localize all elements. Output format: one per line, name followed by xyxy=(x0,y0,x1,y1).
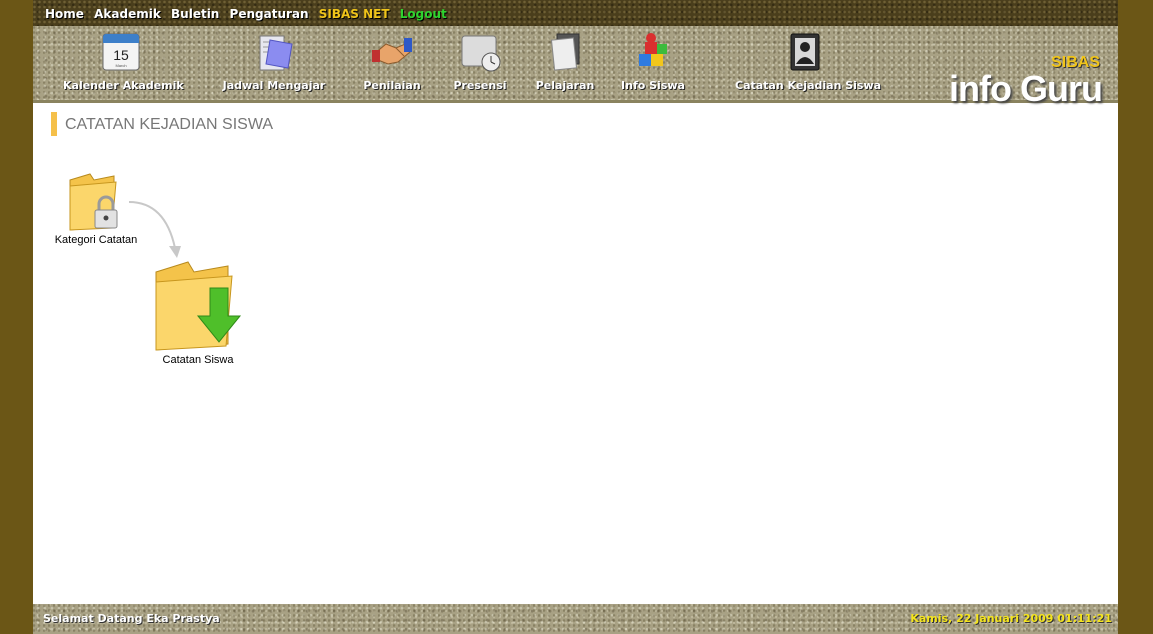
datetime-text: Kamis, 22 Januari 2009 01:11:21 xyxy=(910,612,1112,625)
papers-icon xyxy=(550,33,580,71)
info-guru-logo: SIBAS info Guru xyxy=(938,54,1108,109)
flow-arrow-icon xyxy=(128,201,181,258)
menu-pengaturan[interactable]: Pengaturan xyxy=(230,7,309,21)
top-menu-bar: Home Akademik Buletin Pengaturan SIBAS N… xyxy=(33,0,1118,26)
toolbar-item-presensi[interactable]: Presensi xyxy=(447,26,513,98)
notebook-icon xyxy=(259,35,293,71)
toolbar-item-kalender-akademik[interactable]: 15 March Kalender Akademik xyxy=(63,26,184,98)
locked-folder-icon xyxy=(69,173,118,231)
page-title: CATATAN KEJADIAN SISWA xyxy=(51,112,273,136)
toolbar-item-jadwal-mengajar[interactable]: Jadwal Mengajar xyxy=(219,26,329,98)
blocks-icon xyxy=(639,33,667,66)
app-frame: Home Akademik Buletin Pengaturan SIBAS N… xyxy=(33,0,1118,634)
catatan-siswa-label: Catatan Siswa xyxy=(162,354,234,366)
toolbar-label: Presensi xyxy=(453,79,507,92)
svg-text:15: 15 xyxy=(113,47,129,63)
toolbar-item-penilaian[interactable]: Penilaian xyxy=(359,26,425,98)
calendar-icon: 15 March xyxy=(102,33,140,71)
toolbar-label: Kalender Akademik xyxy=(63,79,184,92)
menu-logout[interactable]: Logout xyxy=(400,7,447,21)
icon-toolbar: 15 March Kalender Akademik Jadwal Mengaj… xyxy=(33,26,1118,109)
toolbar-item-pelajaran[interactable]: Pelajaran xyxy=(531,26,599,98)
toolbar-label: Catatan Kejadian Siswa xyxy=(735,79,882,92)
logo-main-text: info Guru xyxy=(949,68,1103,109)
toolbar-label: Penilaian xyxy=(363,79,421,92)
person-card-icon xyxy=(790,33,820,71)
footer-bar: Selamat Datang Eka Prastya Kamis, 22 Jan… xyxy=(33,604,1118,634)
menu-home[interactable]: Home xyxy=(45,7,84,21)
catatan-siswa-item[interactable]: Catatan Siswa xyxy=(145,258,251,366)
clock-card-icon xyxy=(461,35,501,72)
download-folder-icon xyxy=(155,261,242,351)
toolbar-label: Pelajaran xyxy=(535,79,595,92)
svg-text:March: March xyxy=(115,63,126,68)
menu-akademik[interactable]: Akademik xyxy=(94,7,161,21)
toolbar-item-catatan-kejadian-siswa[interactable]: Catatan Kejadian Siswa xyxy=(735,26,882,98)
top-menu: Home Akademik Buletin Pengaturan SIBAS N… xyxy=(45,7,453,21)
menu-sibas-net[interactable]: SIBAS NET xyxy=(319,7,390,21)
welcome-text: Selamat Datang Eka Prastya xyxy=(43,612,220,625)
menu-buletin[interactable]: Buletin xyxy=(171,7,219,21)
toolbar-label: Info Siswa xyxy=(621,79,685,92)
toolbar-label: Jadwal Mengajar xyxy=(222,79,326,92)
toolbar-item-info-siswa[interactable]: Info Siswa xyxy=(617,26,689,98)
handshake-icon xyxy=(372,38,412,65)
